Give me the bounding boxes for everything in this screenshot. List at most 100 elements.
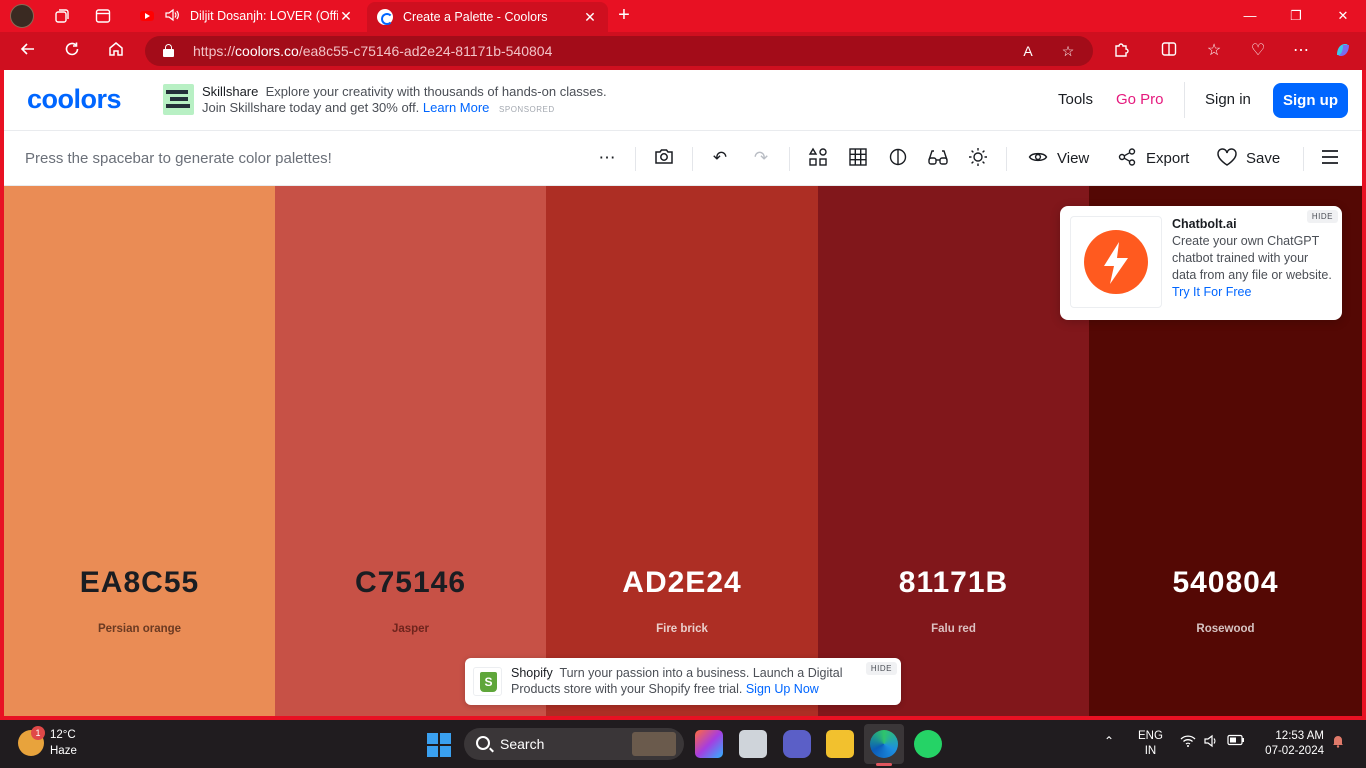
hide-ad-button[interactable]: HIDE	[1306, 210, 1338, 223]
search-icon	[476, 736, 490, 750]
hide-ad-button[interactable]: HIDE	[865, 662, 897, 675]
coolors-logo[interactable]: coolors	[27, 84, 122, 115]
workspaces-icon[interactable]	[53, 7, 71, 25]
whatsapp-icon[interactable]	[914, 730, 942, 758]
chatbolt-logo	[1070, 216, 1162, 308]
undo-icon[interactable]: ↶	[709, 147, 731, 169]
youtube-icon	[140, 11, 154, 21]
color-swatch[interactable]: EA8C55 Persian orange	[4, 186, 275, 716]
export-button[interactable]: Export	[1146, 150, 1189, 167]
copilot-icon[interactable]	[1332, 40, 1354, 62]
grid-icon[interactable]	[847, 147, 869, 169]
save-button[interactable]: Save	[1246, 150, 1280, 167]
color-name: Rosewood	[1196, 623, 1255, 635]
language-indicator[interactable]: ENG IN	[1138, 729, 1163, 759]
try-free-link[interactable]: Try It For Free	[1172, 285, 1251, 299]
sign-in-link[interactable]: Sign in	[1205, 91, 1251, 108]
tab-title: Diljit Dosanjh: LOVER (Offici	[190, 9, 338, 23]
brightness-icon[interactable]	[967, 147, 989, 169]
glasses-icon[interactable]	[927, 147, 949, 169]
hex-code[interactable]: 540804	[1089, 566, 1362, 600]
tab-actions-icon[interactable]	[94, 7, 112, 25]
task-view-icon[interactable]	[739, 730, 767, 758]
skillshare-ad[interactable]: Skillshare Explore your creativity with …	[202, 84, 622, 118]
taskbar-search[interactable]: Search	[464, 728, 684, 760]
tab-youtube[interactable]: Diljit Dosanjh: LOVER (Offici ✕	[128, 0, 364, 32]
shopify-logo: S	[473, 667, 502, 696]
lock-icon[interactable]	[163, 44, 174, 57]
notification-bell-icon[interactable]	[1331, 734, 1345, 751]
color-swatch[interactable]: 81171B Falu red	[818, 186, 1089, 716]
search-highlight-image	[632, 732, 676, 756]
weather-temperature[interactable]: 12°C	[50, 729, 76, 741]
notification-badge: 1	[31, 726, 45, 740]
windows-start-icon[interactable]	[427, 733, 451, 757]
split-screen-icon[interactable]	[1158, 40, 1180, 62]
chatbolt-ad[interactable]: Chatbolt.ai Create your own ChatGPT chat…	[1060, 206, 1342, 320]
color-name: Fire brick	[656, 623, 708, 635]
close-icon[interactable]: ✕	[582, 9, 598, 26]
redo-icon[interactable]: ↷	[750, 147, 772, 169]
refresh-icon[interactable]	[61, 40, 83, 62]
favorites-icon[interactable]: ☆	[1203, 40, 1225, 62]
teams-icon[interactable]	[783, 730, 811, 758]
tools-link[interactable]: Tools	[1058, 91, 1093, 108]
chatbolt-text: Create your own ChatGPT chatbot trained …	[1172, 234, 1332, 299]
read-aloud-icon[interactable]: A	[1019, 42, 1037, 60]
tab-coolors[interactable]: Create a Palette - Coolors ✕	[367, 2, 608, 32]
close-window-icon[interactable]: ✕	[1320, 0, 1366, 32]
camera-icon[interactable]	[653, 147, 675, 169]
skillshare-ad-thumbnail[interactable]	[163, 84, 194, 115]
battery-icon[interactable]	[1227, 734, 1245, 749]
address-bar[interactable]: https://coolors.co/ea8c55-c75146-ad2e24-…	[145, 36, 1093, 66]
weather-description[interactable]: Haze	[50, 745, 77, 757]
browser-essentials-icon[interactable]: ♡	[1247, 40, 1269, 62]
speaker-icon[interactable]	[164, 8, 180, 25]
heart-icon[interactable]	[1216, 147, 1238, 169]
favorite-star-icon[interactable]: ☆	[1059, 42, 1077, 60]
more-icon[interactable]: ⋯	[1290, 40, 1312, 62]
header-divider	[1184, 82, 1185, 118]
hex-code[interactable]: 81171B	[818, 566, 1089, 600]
shapes-icon[interactable]	[807, 147, 829, 169]
url-text[interactable]: https://coolors.co/ea8c55-c75146-ad2e24-…	[193, 43, 552, 59]
restore-icon[interactable]: ❐	[1273, 0, 1319, 32]
view-button[interactable]: View	[1057, 150, 1089, 167]
extensions-icon[interactable]	[1110, 40, 1132, 62]
go-pro-link[interactable]: Go Pro	[1116, 91, 1164, 108]
chevron-up-icon[interactable]: ⌃	[1104, 734, 1114, 748]
copilot-pre-icon[interactable]	[695, 730, 723, 758]
hex-code[interactable]: AD2E24	[546, 566, 818, 600]
color-name: Jasper	[391, 623, 430, 635]
home-icon[interactable]	[105, 40, 127, 62]
contrast-icon[interactable]	[887, 147, 909, 169]
learn-more-link[interactable]: Learn More	[423, 100, 489, 115]
more-options-icon[interactable]: ⋯	[596, 147, 618, 169]
clock[interactable]: 12:53 AM 07-02-2024	[1256, 729, 1324, 759]
search-label: Search	[500, 736, 545, 752]
toolbar-divider	[789, 147, 790, 171]
edge-icon[interactable]	[870, 730, 898, 758]
shopify-ad[interactable]: S Shopify Turn your passion into a busin…	[465, 658, 901, 705]
share-icon[interactable]	[1116, 147, 1138, 169]
active-app-indicator	[876, 763, 892, 766]
profile-avatar[interactable]	[10, 4, 34, 28]
view-eye-icon[interactable]	[1027, 147, 1049, 169]
minimize-icon[interactable]: —	[1227, 0, 1273, 32]
sign-up-now-link[interactable]: Sign Up Now	[746, 682, 819, 696]
file-explorer-icon[interactable]	[826, 730, 854, 758]
hamburger-menu-icon[interactable]	[1319, 147, 1341, 169]
spacebar-hint: Press the spacebar to generate color pal…	[25, 150, 332, 167]
new-tab-icon[interactable]: +	[614, 5, 634, 25]
volume-icon[interactable]	[1203, 734, 1219, 751]
close-icon[interactable]: ✕	[338, 8, 354, 25]
ad-brand: Skillshare	[202, 84, 259, 99]
color-swatch[interactable]: AD2E24 Fire brick	[546, 186, 818, 716]
wifi-icon[interactable]	[1180, 734, 1196, 751]
hex-code[interactable]: EA8C55	[4, 566, 275, 600]
hex-code[interactable]: C75146	[275, 566, 546, 600]
color-swatch[interactable]: C75146 Jasper	[275, 186, 546, 716]
toolbar-divider	[635, 147, 636, 171]
sign-up-button[interactable]: Sign up	[1273, 83, 1348, 118]
back-icon[interactable]	[17, 40, 39, 62]
